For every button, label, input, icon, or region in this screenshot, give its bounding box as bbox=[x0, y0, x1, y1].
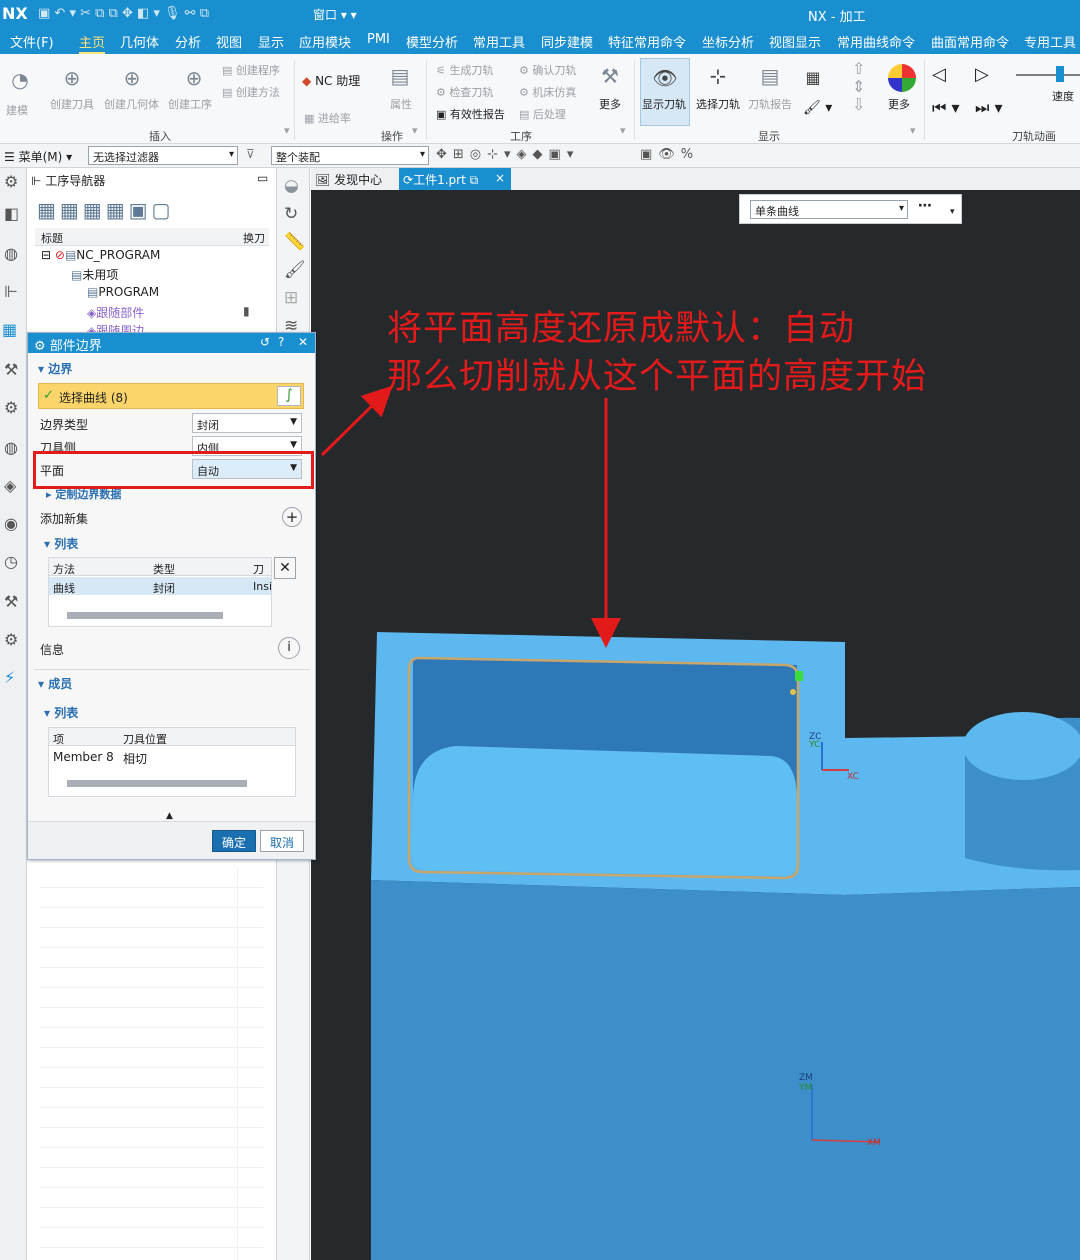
close-dialog-icon[interactable]: ✕ bbox=[298, 335, 308, 349]
boundary-type-label: 边界类型 bbox=[40, 418, 89, 432]
boundary-type-value: 封闭 bbox=[197, 419, 219, 432]
annotation-arrow-to-plane bbox=[320, 385, 393, 457]
section-members-list[interactable]: ▾ 列表 bbox=[44, 704, 78, 721]
section-boundary[interactable]: ▾ 边界 bbox=[38, 360, 72, 377]
chevron-down-icon: ▼ bbox=[290, 440, 297, 450]
cell-type: 封闭 bbox=[153, 582, 175, 595]
select-curve-row[interactable]: ✓ 选择曲线 (8) ∫ bbox=[38, 383, 304, 409]
checkmark-icon: ✓ bbox=[43, 388, 54, 403]
col-type: 类型 bbox=[153, 563, 175, 576]
table-row[interactable]: 曲线 封闭 Insi bbox=[49, 577, 273, 595]
section-members-label: 成员 bbox=[48, 677, 73, 691]
help-icon[interactable]: ? bbox=[278, 335, 284, 349]
divider bbox=[34, 669, 310, 670]
members-table: 项 刀具位置 Member 8 相切 bbox=[48, 727, 296, 797]
curve-icon[interactable]: ∫ bbox=[277, 386, 301, 406]
part-boundary-dialog: ⚙ 部件边界 ↺ ? ✕ ▾ 边界 ✓ 选择曲线 (8) ∫ 边界类型 封闭 ▼ … bbox=[27, 332, 316, 860]
section-boundary-label: 边界 bbox=[48, 362, 73, 376]
custom-boundary-label: 定制边界数据 bbox=[55, 488, 122, 501]
info-label: 信息 bbox=[40, 643, 65, 657]
add-new-set-label: 添加新集 bbox=[40, 512, 89, 526]
horizontal-scrollbar[interactable] bbox=[67, 612, 223, 619]
col-item: 项 bbox=[53, 733, 64, 746]
dialog-header: ⚙ 部件边界 ↺ ? ✕ bbox=[28, 333, 315, 354]
reset-icon[interactable]: ↺ bbox=[260, 335, 270, 349]
cancel-button[interactable]: 取消 bbox=[260, 830, 304, 852]
add-set-button[interactable]: + bbox=[282, 507, 302, 527]
cell-item: Member 8 bbox=[53, 750, 114, 764]
boundary-list-table: 方法 类型 刀具 曲线 封闭 Insi bbox=[48, 557, 272, 627]
col-tool-position: 刀具位置 bbox=[123, 733, 167, 746]
dialog-footer: 确定 取消 bbox=[28, 821, 315, 859]
cell-tool-position: 相切 bbox=[123, 752, 148, 766]
boundary-type-select[interactable]: 封闭 ▼ bbox=[192, 413, 302, 433]
section-list[interactable]: ▾ 列表 bbox=[44, 535, 78, 552]
chevron-down-icon: ▼ bbox=[290, 417, 297, 427]
plane-highlight-box bbox=[33, 451, 314, 489]
table-header: 项 刀具位置 bbox=[49, 728, 295, 746]
section-members-list-label: 列表 bbox=[54, 706, 79, 720]
delete-icon[interactable]: ✕ bbox=[274, 557, 296, 579]
collapse-icon[interactable]: ▲ bbox=[166, 811, 173, 821]
section-members[interactable]: ▾ 成员 bbox=[38, 675, 72, 692]
cell-tool: Insi bbox=[253, 580, 273, 593]
select-curve-label: 选择曲线 (8) bbox=[59, 391, 128, 405]
table-row[interactable]: Member 8 相切 bbox=[49, 747, 295, 766]
col-method: 方法 bbox=[53, 563, 75, 576]
table-header: 方法 类型 刀具 bbox=[49, 558, 271, 592]
section-list-label: 列表 bbox=[54, 537, 79, 551]
horizontal-scrollbar[interactable] bbox=[67, 780, 247, 787]
dialog-title-text: 部件边界 bbox=[49, 339, 102, 354]
ok-button[interactable]: 确定 bbox=[212, 830, 256, 852]
dialog-title: ⚙ 部件边界 bbox=[34, 339, 102, 354]
info-icon[interactable]: i bbox=[278, 637, 300, 659]
cell-method: 曲线 bbox=[53, 582, 75, 595]
